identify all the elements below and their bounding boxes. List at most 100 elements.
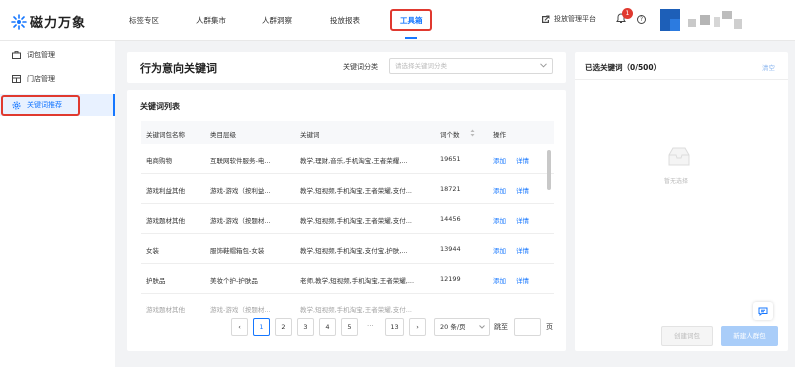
cell-category: 互联网软件服务-电...	[210, 157, 271, 165]
ad-platform-link[interactable]: 投放管理平台	[541, 14, 596, 24]
cell-package-name: 游戏利益其他	[146, 187, 185, 195]
col-actions: 操作	[493, 131, 506, 139]
top-navbar: 磁力万象 标签专区 人群集市 人群洞察 投放报表 工具箱 投放管理平台 1 ?	[0, 0, 795, 41]
selected-keywords-title: 已选关键词（0/500）	[585, 63, 662, 72]
category-label: 关键词分类	[343, 63, 378, 71]
keyword-list-title: 关键词列表	[140, 102, 180, 111]
sidebar-item-label: 词包管理	[27, 51, 55, 59]
page-button-1[interactable]: 1	[253, 318, 270, 336]
keyword-recommend-highlight-box	[1, 95, 80, 116]
notification-badge: 1	[622, 8, 633, 19]
empty-inbox-icon	[668, 147, 690, 166]
nav-audience-insight[interactable]: 人群洞察	[262, 15, 292, 26]
add-link[interactable]: 添加	[493, 245, 506, 255]
masked-username	[688, 11, 748, 33]
store-icon	[12, 75, 22, 83]
cell-package-name: 女装	[146, 247, 159, 255]
cell-keywords: 教学,短视频,手机淘宝,王者荣耀,支付...	[300, 306, 412, 314]
cell-keywords: 教学,短视频,手机淘宝,支付宝,护肤,...	[300, 247, 408, 255]
page-size-value: 20 条/页	[440, 323, 466, 331]
sidebar-item-package-management[interactable]: 词包管理	[0, 44, 115, 66]
new-audience-button[interactable]: 新建人群包	[721, 326, 778, 346]
nav-active-indicator	[405, 37, 417, 39]
cell-package-name: 游戏题材其他	[146, 306, 185, 314]
sidebar-item-label: 门店管理	[27, 75, 55, 83]
logo[interactable]: 磁力万象	[11, 12, 86, 31]
table-row: 游戏题材其他 游戏-游戏（按题材... 教学,短视频,手机淘宝,王者荣耀,支付...…	[141, 204, 554, 234]
ad-platform-label: 投放管理平台	[554, 15, 596, 23]
cell-category: 游戏-游戏（按题材...	[210, 217, 271, 225]
add-link[interactable]: 添加	[493, 215, 506, 225]
divider	[575, 79, 788, 80]
cell-word-count: 13944	[440, 245, 461, 253]
col-word-count: 词个数	[440, 131, 460, 139]
table-scrollbar[interactable]	[547, 150, 551, 190]
category-placeholder: 请选择关键词分类	[395, 62, 447, 70]
toolbox-highlight-box	[390, 9, 432, 31]
cell-keywords: 教学,短视频,手机淘宝,王者荣耀,支付...	[300, 217, 412, 225]
external-link-icon	[542, 15, 550, 23]
cell-keywords: 老师,教学,短视频,手机淘宝,王者荣耀,...	[300, 277, 415, 285]
chevron-down-icon	[540, 63, 547, 68]
detail-link[interactable]: 详情	[516, 245, 529, 255]
chat-support-button[interactable]	[753, 302, 773, 320]
table-header: 关键词包名称 类目层级 关键词 词个数 操作	[141, 121, 554, 144]
page-size-select[interactable]: 20 条/页	[434, 318, 490, 336]
add-link[interactable]: 添加	[493, 275, 506, 285]
next-page-button[interactable]: ›	[409, 318, 426, 336]
cell-category: 美妆个护-护肤品	[210, 277, 258, 285]
detail-link[interactable]: 详情	[516, 185, 529, 195]
col-package-name: 关键词包名称	[146, 131, 185, 139]
page-button-3[interactable]: 3	[297, 318, 314, 336]
col-keywords: 关键词	[300, 131, 320, 139]
cell-word-count: 12199	[440, 275, 461, 283]
page-ellipsis[interactable]: ···	[367, 322, 374, 330]
page-button-4[interactable]: 4	[319, 318, 336, 336]
clear-button[interactable]: 清空	[762, 62, 775, 72]
page-last-button[interactable]: 13	[385, 318, 404, 336]
category-select[interactable]: 请选择关键词分类	[389, 58, 553, 74]
cell-package-name: 护肤品	[146, 277, 166, 285]
cell-word-count: 19651	[440, 155, 461, 163]
prev-page-button[interactable]: ‹	[231, 318, 248, 336]
cell-package-name: 电商购物	[146, 157, 172, 165]
table-row: 电商购物 互联网软件服务-电... 教学,理财,音乐,手机淘宝,王者荣耀,... 19…	[141, 144, 554, 174]
empty-state-text: 暂无选择	[664, 178, 689, 185]
detail-link[interactable]: 详情	[516, 215, 529, 225]
page-button-2[interactable]: 2	[275, 318, 292, 336]
cell-category: 游戏-游戏（按利益...	[210, 187, 271, 195]
detail-link[interactable]: 详情	[516, 275, 529, 285]
sidebar: 词包管理 门店管理 关键词推荐	[0, 41, 115, 367]
table-row: 护肤品 美妆个护-护肤品 老师,教学,短视频,手机淘宝,王者荣耀,... 12199 添…	[141, 264, 554, 294]
cell-keywords: 教学,短视频,手机淘宝,王者荣耀,支付...	[300, 187, 412, 195]
logo-icon	[11, 13, 27, 30]
add-link[interactable]: 添加	[493, 155, 506, 165]
cell-category: 游戏-游戏（按题材...	[210, 306, 271, 314]
cell-word-count: 14456	[440, 215, 461, 223]
help-icon[interactable]: ?	[637, 15, 646, 24]
create-package-button[interactable]: 创建词包	[661, 326, 713, 346]
page-title: 行为意向关键词	[140, 62, 217, 75]
goto-label: 跳至	[494, 323, 508, 331]
table-row-partial: 游戏题材其他 游戏-游戏（按题材... 教学,短视频,手机淘宝,王者荣耀,支付.…	[141, 294, 554, 314]
cell-category: 服饰鞋帽箱包-女装	[210, 247, 265, 255]
nav-tag-zone[interactable]: 标签专区	[129, 15, 159, 26]
nav-audience-market[interactable]: 人群集市	[196, 15, 226, 26]
sidebar-item-store-management[interactable]: 门店管理	[0, 68, 115, 90]
avatar[interactable]	[660, 9, 680, 31]
page-button-5[interactable]: 5	[341, 318, 358, 336]
cell-word-count: 18721	[440, 185, 461, 193]
goto-page-input[interactable]	[514, 318, 541, 336]
app-name: 磁力万象	[30, 16, 87, 31]
nav-ad-report[interactable]: 投放报表	[330, 15, 360, 26]
cell-keywords: 教学,理财,音乐,手机淘宝,王者荣耀,...	[300, 157, 408, 165]
sort-icon[interactable]	[470, 129, 475, 137]
package-icon	[12, 51, 22, 59]
add-link[interactable]: 添加	[493, 185, 506, 195]
cell-package-name: 游戏题材其他	[146, 217, 185, 225]
chat-icon	[758, 307, 768, 316]
detail-link[interactable]: 详情	[516, 155, 529, 165]
table-row: 女装 服饰鞋帽箱包-女装 教学,短视频,手机淘宝,支付宝,护肤,... 13944 添加…	[141, 234, 554, 264]
page-unit-label: 页	[546, 323, 553, 331]
col-category: 类目层级	[210, 131, 236, 139]
